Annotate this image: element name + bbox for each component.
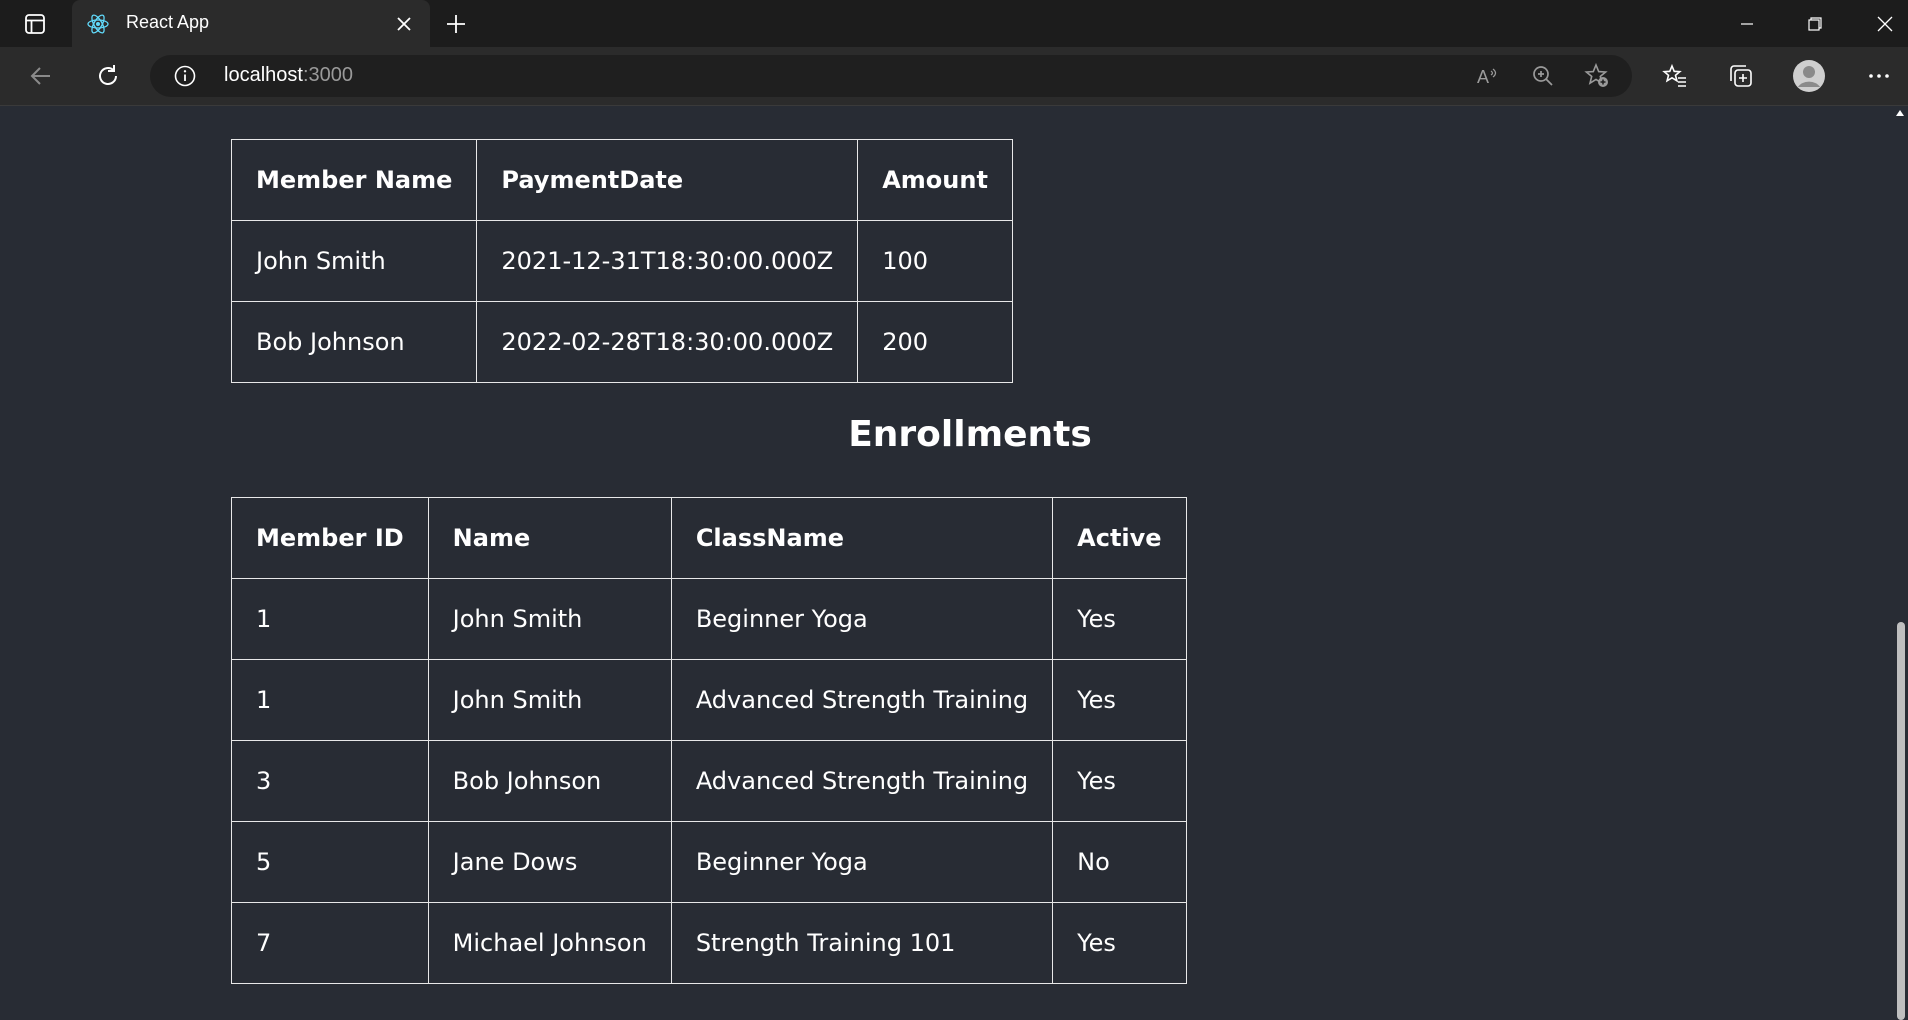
table-cell: Yes (1052, 578, 1187, 660)
table-row: John Smith 2021-12-31T18:30:00.000Z 100 (230, 220, 1013, 302)
table-cell: Strength Training 101 (670, 902, 1054, 984)
react-logo-icon (86, 12, 110, 36)
table-cell: 1 (231, 659, 429, 741)
url-text[interactable]: localhost:3000 (224, 64, 353, 87)
table-cell: John Smith (427, 578, 672, 660)
table-cell: Beginner Yoga (670, 821, 1054, 903)
table-cell: Bob Johnson (427, 740, 672, 822)
vertical-scrollbar[interactable] (1892, 106, 1908, 1020)
table-header-row: Member ID Name ClassName Active (231, 497, 1187, 579)
column-header: Name (427, 497, 672, 579)
table-row: 1 John Smith Advanced Strength Training … (231, 659, 1187, 741)
table-cell: 5 (231, 821, 429, 903)
table-cell: Yes (1052, 659, 1187, 741)
back-arrow-icon[interactable] (26, 61, 56, 91)
table-cell: Bob Johnson (230, 301, 478, 383)
table-cell: Yes (1052, 740, 1187, 822)
add-favorite-icon[interactable] (1584, 63, 1610, 89)
table-row: 1 John Smith Beginner Yoga Yes (231, 578, 1187, 660)
table-row: Bob Johnson 2022-02-28T18:30:00.000Z 200 (230, 301, 1013, 383)
browser-toolbar: localhost:3000 A (0, 47, 1908, 106)
svg-text:A: A (1477, 67, 1489, 87)
table-cell: No (1052, 821, 1187, 903)
favorites-icon[interactable] (1660, 61, 1690, 91)
column-header: Member ID (231, 497, 429, 579)
table-cell: Advanced Strength Training (670, 659, 1054, 741)
table-cell: 2021-12-31T18:30:00.000Z (476, 220, 859, 302)
column-header: ClassName (670, 497, 1054, 579)
zoom-icon[interactable] (1530, 63, 1556, 89)
table-cell: John Smith (427, 659, 672, 741)
tab-strip: React App (0, 0, 1908, 48)
restore-icon[interactable] (1782, 0, 1848, 47)
close-tab-icon[interactable] (394, 14, 414, 34)
table-cell: 3 (231, 740, 429, 822)
tab-title: React App (126, 12, 210, 32)
table-cell: 7 (231, 902, 429, 984)
enrollments-heading: Enrollments (848, 414, 1092, 455)
address-bar[interactable]: localhost:3000 A (150, 55, 1632, 97)
table-cell: Michael Johnson (427, 902, 672, 984)
more-options-icon[interactable] (1864, 61, 1894, 91)
table-cell: Beginner Yoga (670, 578, 1054, 660)
tab-actions-icon[interactable] (16, 10, 54, 38)
payments-table: Member Name PaymentDate Amount John Smit… (230, 139, 1013, 383)
column-header: Member Name (230, 139, 478, 221)
url-host: localhost (224, 64, 303, 86)
table-row: 3 Bob Johnson Advanced Strength Training… (231, 740, 1187, 822)
enrollments-table: Member ID Name ClassName Active 1 John S… (231, 497, 1187, 984)
minimize-icon[interactable] (1714, 0, 1780, 47)
collections-icon[interactable] (1726, 61, 1756, 91)
table-header-row: Member Name PaymentDate Amount (230, 139, 1013, 221)
table-cell: Jane Dows (427, 821, 672, 903)
table-cell: 2022-02-28T18:30:00.000Z (476, 301, 859, 383)
table-cell: 200 (857, 301, 1013, 383)
table-cell: John Smith (230, 220, 478, 302)
url-port: :3000 (302, 64, 353, 86)
reload-icon[interactable] (93, 61, 123, 91)
profile-avatar-icon[interactable] (1792, 59, 1826, 93)
page-content: Member Name PaymentDate Amount John Smit… (0, 106, 1892, 1020)
table-cell: Yes (1052, 902, 1187, 984)
read-aloud-icon[interactable]: A (1475, 63, 1501, 89)
site-info-icon[interactable] (174, 65, 196, 87)
table-row: 7 Michael Johnson Strength Training 101 … (231, 902, 1187, 984)
column-header: Amount (857, 139, 1013, 221)
column-header: Active (1052, 497, 1187, 579)
table-cell: Advanced Strength Training (670, 740, 1054, 822)
table-cell: 100 (857, 220, 1013, 302)
close-window-icon[interactable] (1852, 0, 1908, 47)
new-tab-icon[interactable] (444, 12, 468, 36)
scrollbar-thumb[interactable] (1897, 622, 1905, 1020)
table-cell: 1 (231, 578, 429, 660)
column-header: PaymentDate (476, 139, 859, 221)
table-row: 5 Jane Dows Beginner Yoga No (231, 821, 1187, 903)
browser-tab[interactable]: React App (72, 0, 430, 48)
scroll-up-arrow-icon[interactable] (1896, 110, 1904, 116)
